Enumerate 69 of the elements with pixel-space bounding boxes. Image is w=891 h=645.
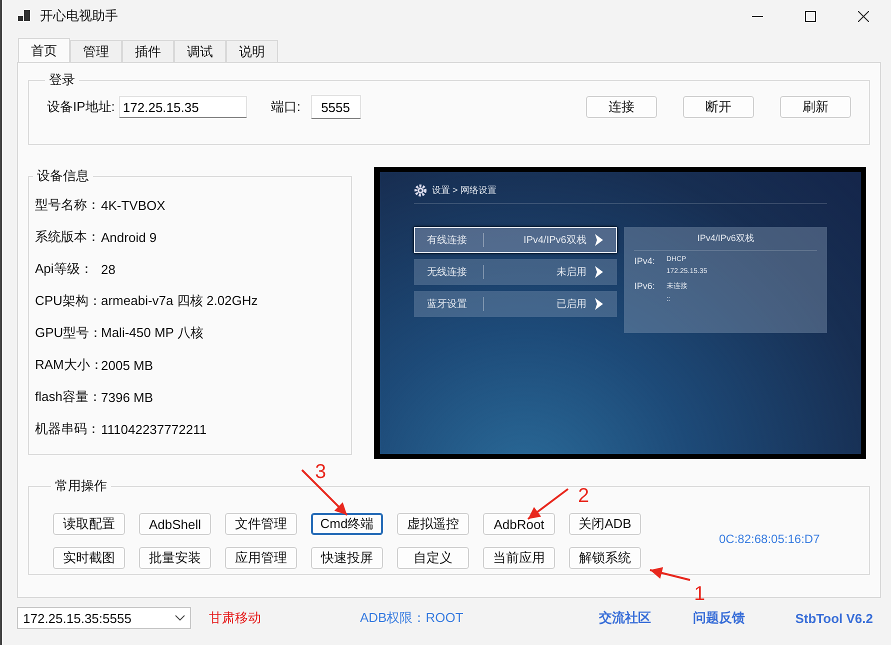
action-button[interactable]: 连接 bbox=[586, 96, 657, 118]
menu-item[interactable]: 无线连接 未启用 bbox=[414, 259, 618, 285]
action-button[interactable]: 虚拟遥控 bbox=[397, 513, 469, 535]
menu-label: 蓝牙设置 bbox=[427, 297, 484, 311]
field-label: 端口: bbox=[270, 98, 301, 116]
action-button[interactable]: 实时截图 bbox=[53, 547, 125, 569]
info-value: Android 9 bbox=[101, 230, 157, 244]
menu-item[interactable]: 有线连接 IPv4/IPv6双栈 bbox=[414, 227, 618, 253]
version-label: StbTool V6.2 bbox=[795, 610, 873, 626]
action-button[interactable]: 断开 bbox=[683, 96, 754, 118]
menu-value: 已启用 bbox=[555, 298, 586, 311]
carrier-label: 甘肃移动 bbox=[209, 609, 261, 627]
info-value: 2005 MB bbox=[101, 358, 154, 372]
info-label: CPU架构： bbox=[35, 292, 101, 310]
menu-value: 未启用 bbox=[555, 266, 586, 279]
port-field[interactable]: 5555 bbox=[310, 95, 361, 119]
action-button[interactable]: Cmd终端 bbox=[311, 513, 383, 535]
tab[interactable]: 说明 bbox=[226, 40, 278, 62]
info-value: 28 bbox=[101, 262, 116, 276]
action-button[interactable]: 应用管理 bbox=[225, 547, 297, 569]
window-title: 开心电视助手 bbox=[40, 7, 118, 25]
info-value: 4K-TVBOX bbox=[101, 198, 166, 212]
action-button[interactable]: 批量安装 bbox=[139, 547, 211, 569]
link[interactable]: 交流社区 bbox=[599, 609, 652, 627]
info-label: RAM大小： bbox=[35, 356, 101, 374]
field-label: 设备IP地址: bbox=[47, 98, 115, 116]
tab[interactable]: 管理 bbox=[70, 40, 122, 62]
menu-label: 无线连接 bbox=[427, 265, 484, 279]
menu-value: IPv4/IPv6双栈 bbox=[522, 234, 586, 247]
annotation-number: 1 bbox=[694, 584, 706, 604]
action-button[interactable]: 当前应用 bbox=[483, 547, 555, 569]
detail-label: IPv4: bbox=[634, 256, 656, 268]
breadcrumb: 设置 > 网络设置 bbox=[432, 184, 496, 197]
info-value: Mali-450 MP 八核 bbox=[101, 324, 204, 342]
info-label: flash容量： bbox=[35, 388, 101, 406]
menu-item[interactable]: 蓝牙设置 已启用 bbox=[414, 291, 618, 317]
ip-field[interactable]: 172.25.15.35 bbox=[118, 96, 247, 118]
tab[interactable]: 首页 bbox=[18, 38, 70, 62]
action-button[interactable]: 自定义 bbox=[397, 547, 469, 569]
link[interactable]: 问题反馈 bbox=[693, 609, 746, 627]
group-title: 常用操作 bbox=[54, 477, 108, 495]
detail-label: IPv6: bbox=[634, 281, 656, 293]
info-value: armeabi-v7a 四核 2.02GHz bbox=[101, 292, 258, 310]
device-dropdown[interactable]: 172.25.15.35:5555 bbox=[17, 607, 191, 629]
group-title: 登录 bbox=[48, 71, 76, 89]
tab[interactable]: 插件 bbox=[122, 40, 174, 62]
info-label: 系统版本： bbox=[35, 228, 101, 246]
info-label: 型号名称： bbox=[35, 196, 101, 214]
info-value: 111042237772211 bbox=[101, 422, 207, 436]
annotation-number: 2 bbox=[578, 486, 590, 506]
info-label: Api等级： bbox=[35, 260, 94, 278]
action-button[interactable]: 文件管理 bbox=[225, 513, 297, 535]
action-button[interactable]: AdbRoot bbox=[483, 513, 555, 535]
info-value: 7396 MB bbox=[101, 390, 154, 404]
detail-title: IPv4/IPv6双栈 bbox=[634, 232, 817, 251]
action-button[interactable]: 刷新 bbox=[780, 96, 851, 118]
info-label: GPU型号： bbox=[35, 324, 101, 342]
menu-label: 有线连接 bbox=[427, 233, 484, 247]
tab[interactable]: 调试 bbox=[174, 40, 226, 62]
action-button[interactable]: 读取配置 bbox=[53, 513, 125, 535]
action-button[interactable]: 快速投屏 bbox=[311, 547, 383, 569]
mac-address: 0C:82:68:05:16:D7 bbox=[719, 532, 820, 546]
action-button[interactable]: 解锁系统 bbox=[569, 547, 641, 569]
annotation-number: 3 bbox=[315, 462, 326, 482]
info-label: 机器串码： bbox=[35, 420, 101, 438]
action-button[interactable]: AdbShell bbox=[139, 513, 211, 535]
action-button[interactable]: 关闭ADB bbox=[569, 513, 641, 535]
permission-label: ADB权限：ROOT bbox=[360, 609, 464, 627]
group-title: 设备信息 bbox=[36, 167, 90, 185]
